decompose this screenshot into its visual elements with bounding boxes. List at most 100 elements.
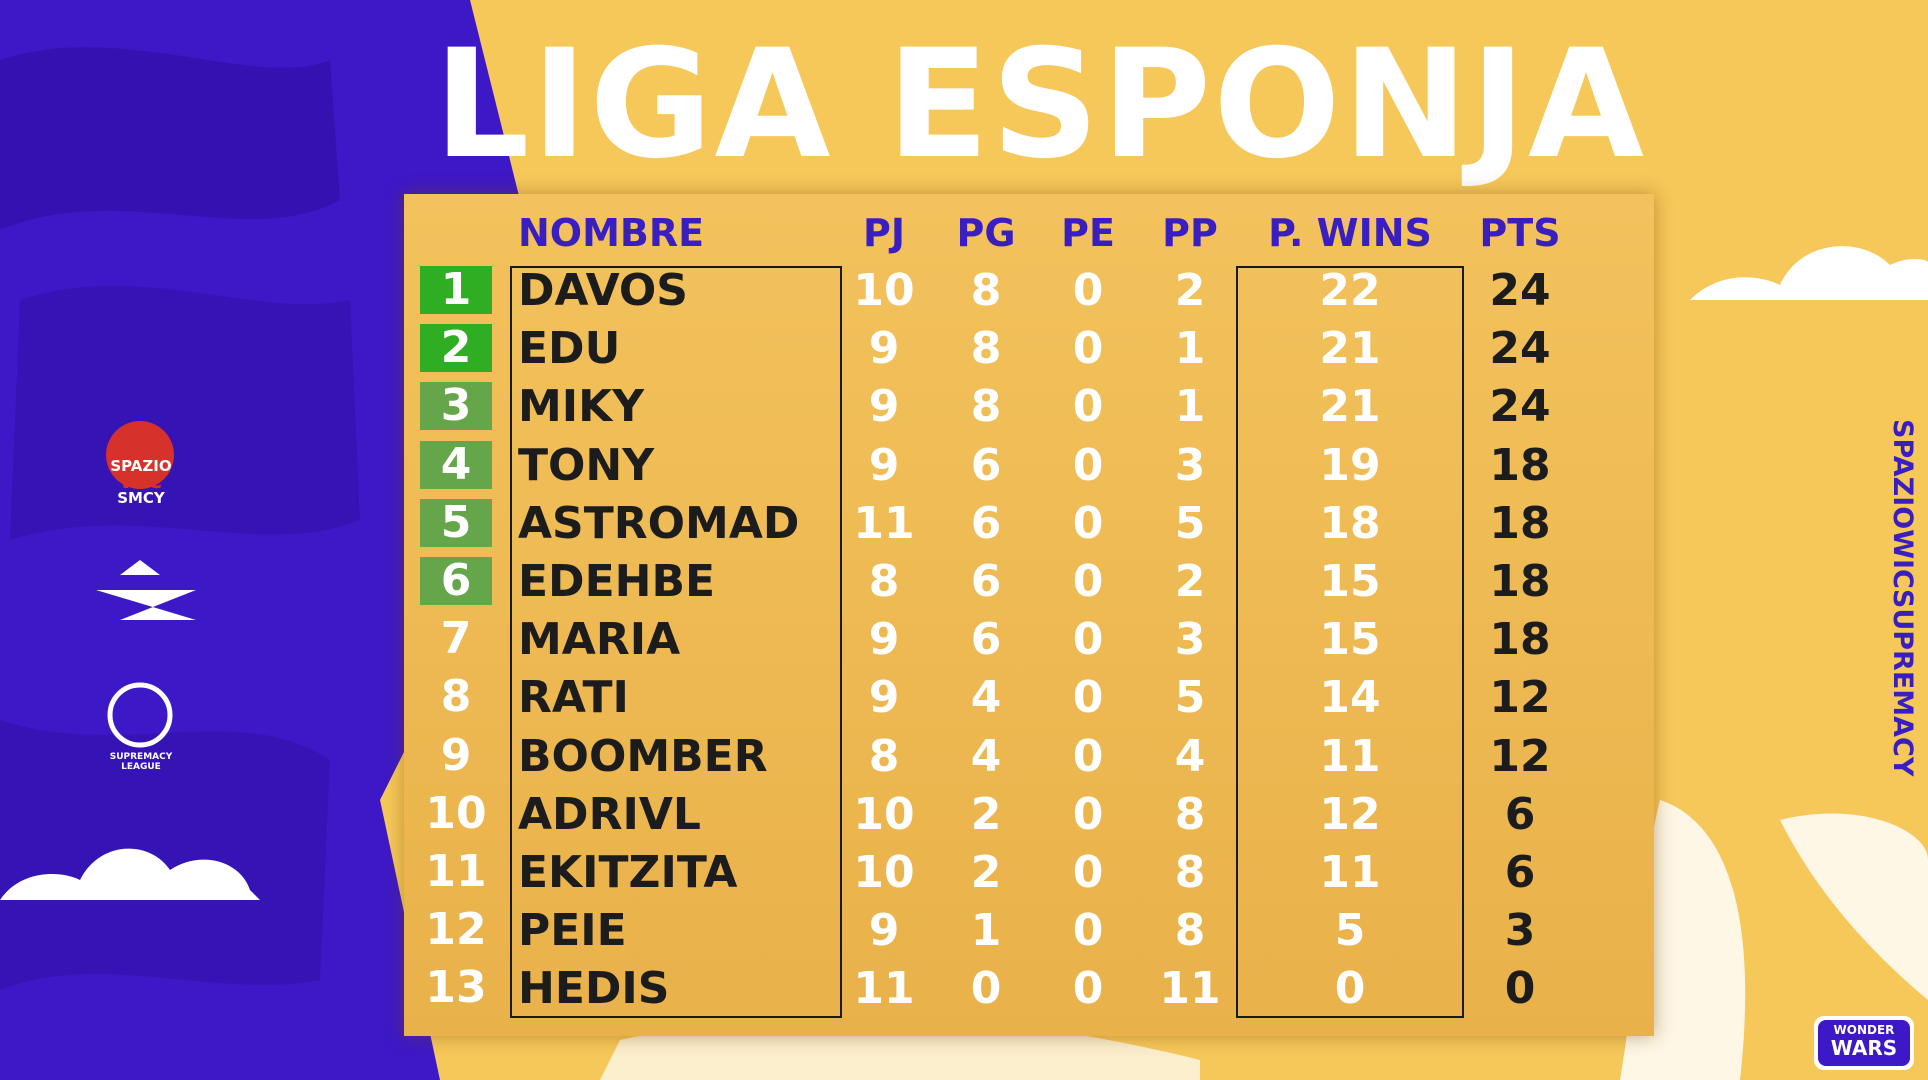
side-text-1: SPAZIO — [1887, 419, 1918, 530]
row-position: 9 — [440, 729, 472, 781]
header-pe: PE — [1061, 211, 1115, 255]
row-position: 2 — [420, 324, 492, 373]
row-pts: 24 — [1489, 265, 1551, 316]
row-pp: 8 — [1174, 847, 1206, 898]
row-pe: 0 — [1072, 847, 1104, 898]
row-pwins: 21 — [1319, 323, 1381, 375]
row-player-name: EKITZITA — [518, 847, 738, 898]
row-pp: 11 — [1159, 963, 1221, 1015]
row-pe: 0 — [1072, 556, 1104, 607]
row-pp: 1 — [1174, 381, 1206, 433]
row-pg: 8 — [970, 381, 1002, 433]
row-pp: 1 — [1174, 323, 1206, 375]
header-pwins: P. WINS — [1268, 211, 1432, 255]
row-position: 7 — [440, 613, 472, 665]
row-pp: 5 — [1174, 497, 1206, 549]
row-pe: 0 — [1072, 963, 1104, 1015]
row-pj: 9 — [868, 439, 900, 491]
row-pp: 5 — [1174, 672, 1206, 724]
row-pts: 3 — [1504, 905, 1536, 957]
header-pg: PG — [956, 211, 1016, 255]
row-pj: 9 — [868, 672, 900, 724]
table-row: 7 MARIA 9 6 0 3 15 18 — [0, 611, 1928, 669]
row-pwins: 5 — [1334, 905, 1366, 957]
row-pe: 0 — [1072, 323, 1104, 375]
table-row: 11 EKITZITA 10 2 0 8 11 6 — [0, 844, 1928, 902]
table-row: 4 TONY 9 6 0 3 19 18 — [0, 437, 1928, 495]
row-pj: 9 — [868, 381, 900, 433]
row-pts: 24 — [1489, 323, 1551, 375]
row-pj: 10 — [853, 788, 915, 840]
side-vertical-text: SPAZIOWICSUPREMACY — [1868, 408, 1918, 788]
row-pwins: 11 — [1319, 730, 1381, 782]
row-pg: 2 — [970, 847, 1002, 898]
row-pwins: 11 — [1319, 847, 1381, 898]
row-pe: 0 — [1072, 905, 1104, 957]
league-logo-line1: SUPREMACY — [109, 752, 173, 762]
row-pwins: 18 — [1319, 497, 1381, 549]
league-logo-line2: LEAGUE — [121, 762, 161, 772]
row-pwins: 21 — [1319, 381, 1381, 433]
row-position: 12 — [425, 904, 487, 956]
row-pe: 0 — [1072, 730, 1104, 782]
row-player-name: EDU — [518, 323, 621, 375]
row-pp: 8 — [1174, 905, 1206, 957]
row-pwins: 14 — [1319, 672, 1381, 724]
row-pwins: 22 — [1319, 265, 1381, 316]
row-pe: 0 — [1072, 614, 1104, 666]
row-position: 8 — [440, 671, 472, 723]
row-pj: 11 — [853, 497, 915, 549]
spazio-logo-line3: SMCY — [117, 489, 165, 507]
wonder-wars-logo: WONDER WARS — [1818, 1020, 1910, 1059]
header-name: NOMBRE — [518, 211, 705, 255]
row-pp: 2 — [1174, 265, 1206, 316]
row-pts: 6 — [1504, 847, 1536, 898]
row-pg: 6 — [970, 439, 1002, 491]
row-pg: 2 — [970, 788, 1002, 840]
row-position: 10 — [425, 787, 487, 839]
row-position: 13 — [425, 962, 487, 1014]
row-pe: 0 — [1072, 265, 1104, 316]
row-pg: 1 — [970, 905, 1002, 957]
row-pj: 11 — [853, 963, 915, 1015]
row-pg: 4 — [970, 672, 1002, 724]
row-pj: 9 — [868, 614, 900, 666]
row-pts: 18 — [1489, 614, 1551, 666]
row-pj: 10 — [853, 847, 915, 898]
row-player-name: RATI — [518, 672, 629, 724]
row-position: 11 — [425, 846, 487, 897]
table-row: 9 BOOMBER 8 4 0 4 11 12 — [0, 728, 1928, 786]
page-title: LIGA ESPONJA — [433, 18, 1647, 192]
row-pg: 4 — [970, 730, 1002, 782]
row-pj: 10 — [853, 265, 915, 316]
row-player-name: DAVOS — [518, 265, 688, 316]
header-pp: PP — [1162, 211, 1218, 255]
row-pts: 12 — [1489, 672, 1551, 724]
row-pe: 0 — [1072, 672, 1104, 724]
row-pts: 6 — [1504, 788, 1536, 840]
row-pj: 9 — [868, 905, 900, 957]
row-pts: 18 — [1489, 556, 1551, 607]
table-row: 12 PEIE 9 1 0 8 5 3 — [0, 902, 1928, 960]
table-row: 10 ADRIVL 10 2 0 8 12 6 — [0, 786, 1928, 844]
table-row: 13 HEDIS 11 0 0 11 0 0 — [0, 960, 1928, 1018]
row-pwins: 15 — [1319, 614, 1381, 666]
row-position: 6 — [420, 557, 492, 605]
header-pj: PJ — [863, 211, 905, 255]
row-pwins: 19 — [1319, 439, 1381, 491]
row-pp: 2 — [1174, 556, 1206, 607]
row-player-name: PEIE — [518, 905, 627, 957]
wonder-logo-line1: WONDER — [1833, 1023, 1895, 1037]
row-player-name: MIKY — [518, 381, 645, 433]
row-pp: 3 — [1174, 614, 1206, 666]
table-row: 5 ASTROMAD 11 6 0 5 18 18 — [0, 495, 1928, 553]
row-pp: 4 — [1174, 730, 1206, 782]
row-pj: 8 — [868, 556, 900, 607]
row-pwins: 12 — [1319, 788, 1381, 840]
row-player-name: TONY — [518, 439, 655, 491]
row-pe: 0 — [1072, 439, 1104, 491]
row-pts: 18 — [1489, 439, 1551, 491]
row-position: 1 — [420, 266, 492, 314]
row-pg: 0 — [970, 963, 1002, 1015]
row-pwins: 0 — [1334, 963, 1366, 1015]
